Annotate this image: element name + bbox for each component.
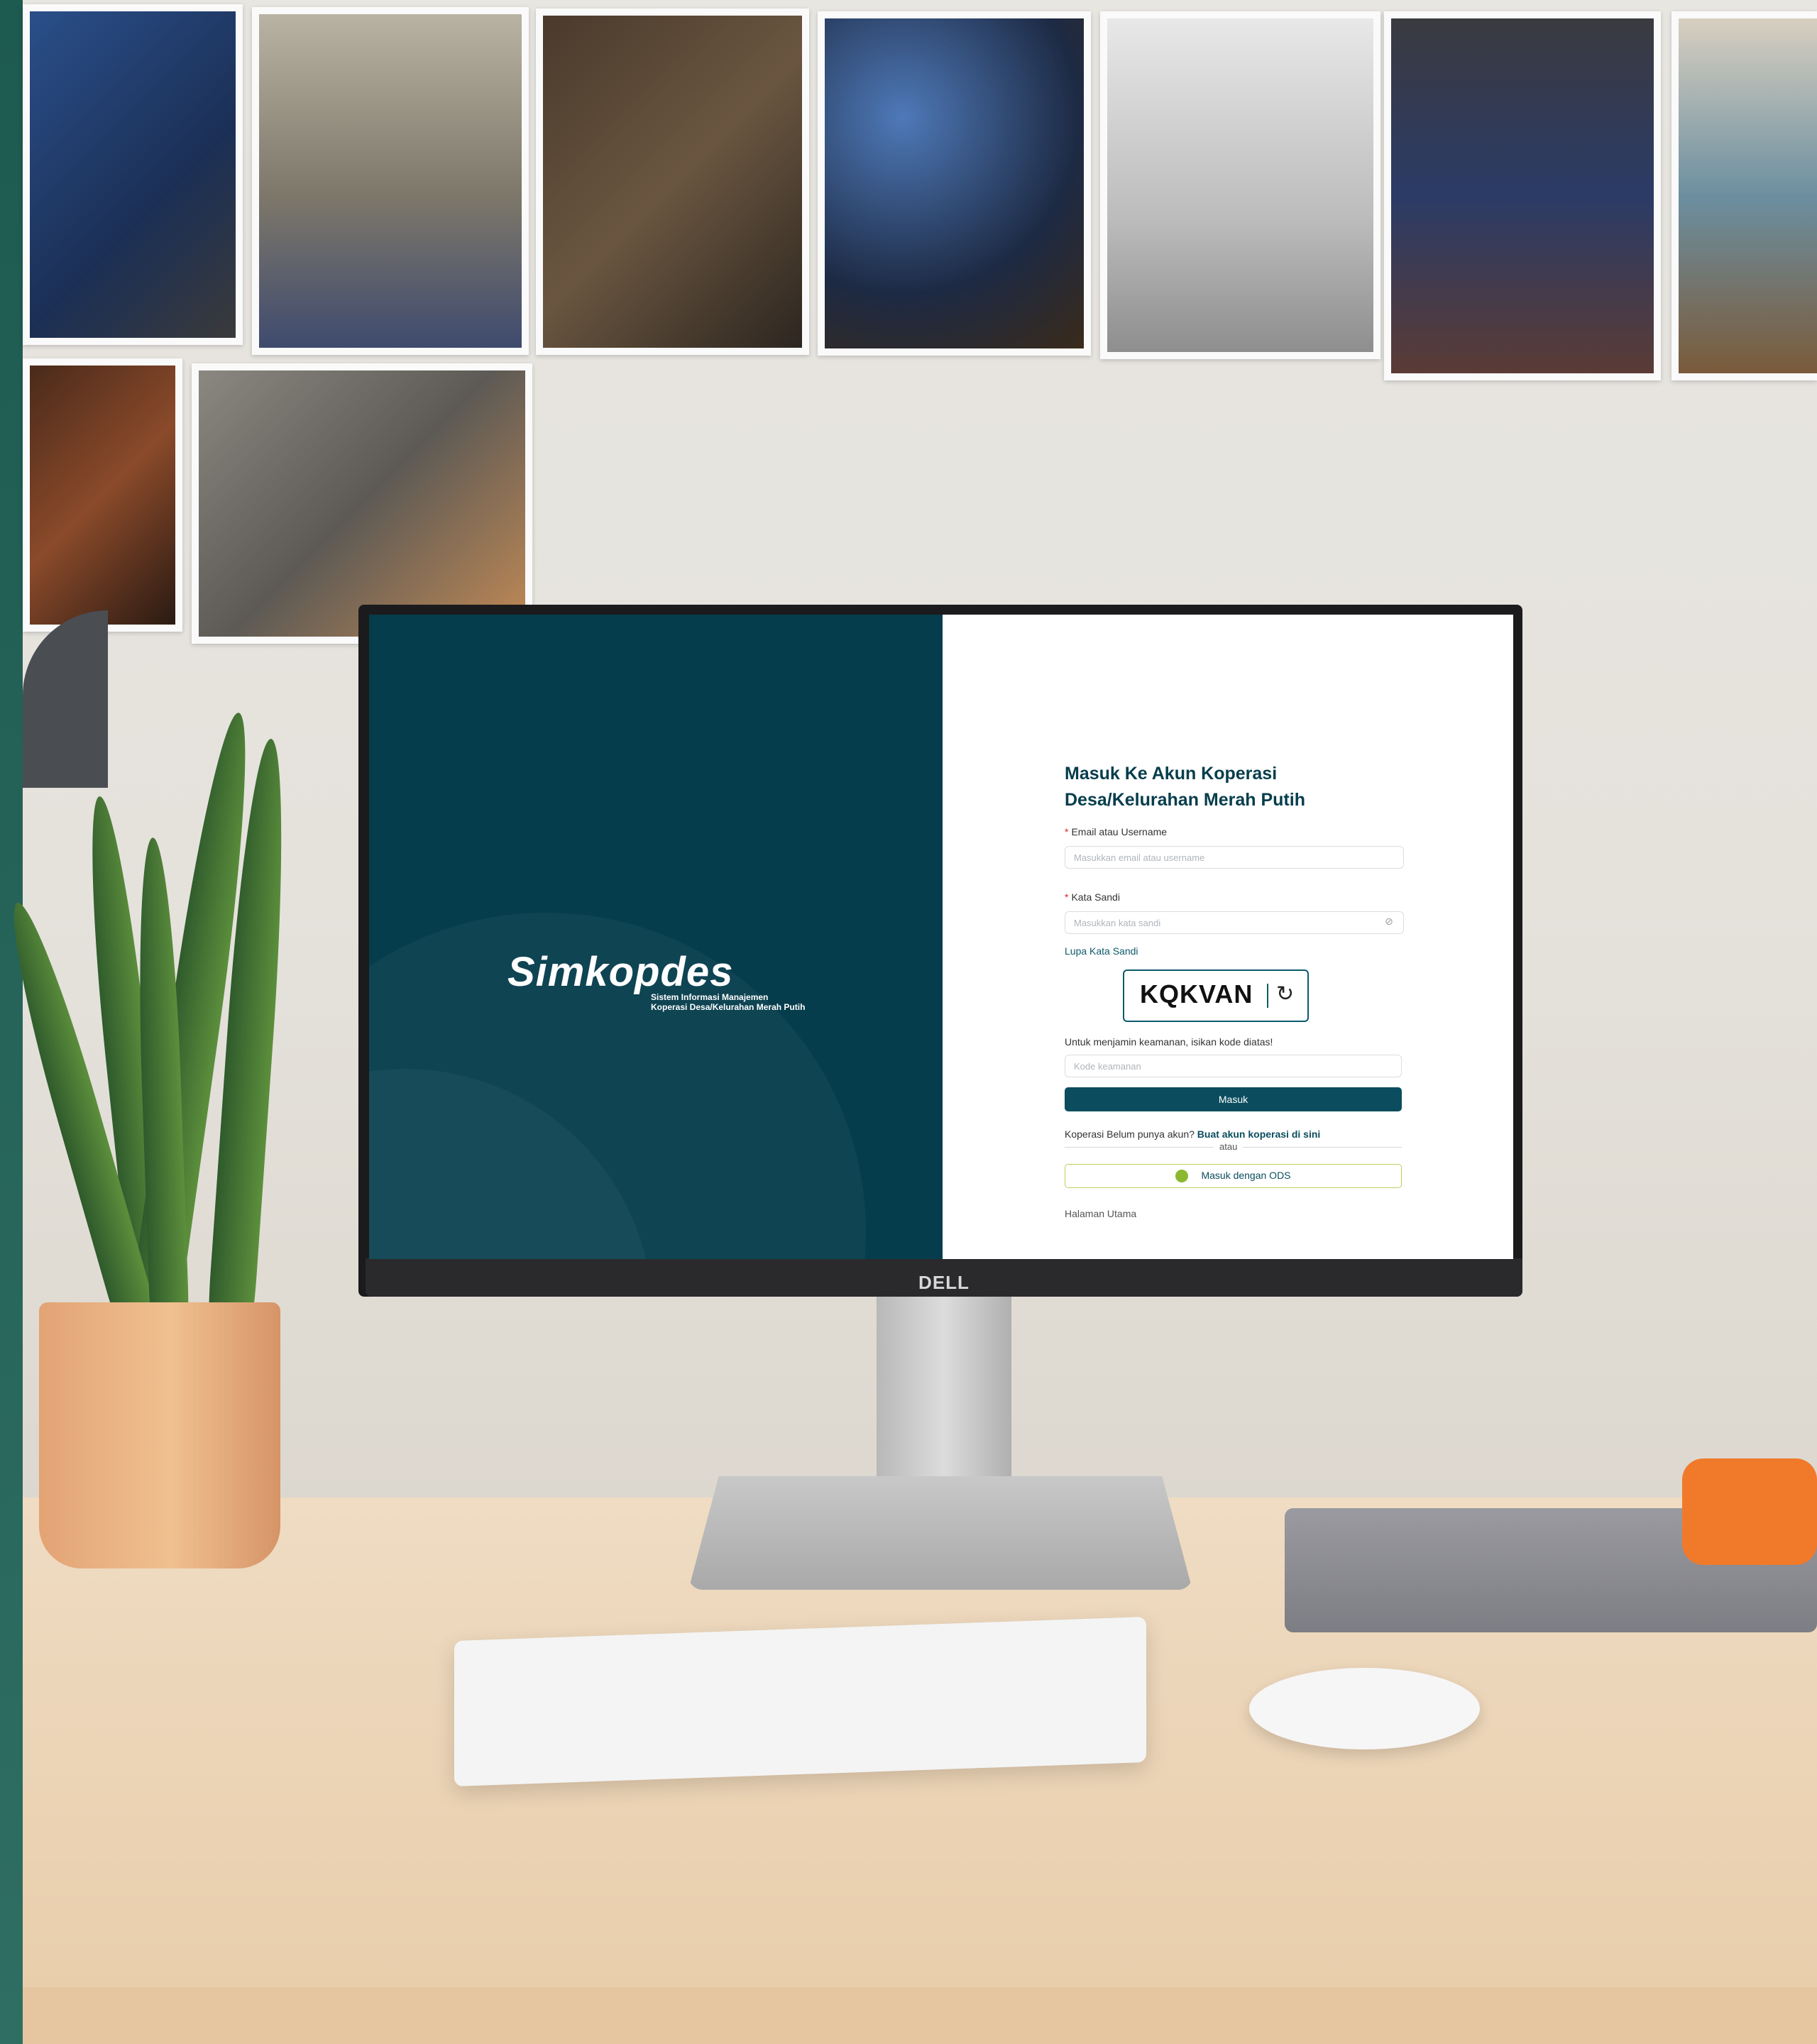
wall-photo: [536, 9, 809, 355]
brand-subtitle-line1: Sistem Informasi Manajemen: [651, 992, 769, 1002]
password-label-text: Kata Sandi: [1071, 891, 1120, 903]
plant-pot: [39, 1302, 280, 1568]
required-marker: *: [1065, 826, 1069, 837]
brand-panel: Simkopdes Sistem Informasi Manajemen Kop…: [369, 615, 943, 1259]
captcha-code: KQKVAN: [1140, 979, 1253, 1009]
password-input[interactable]: [1065, 911, 1404, 934]
screen: Simkopdes Sistem Informasi Manajemen Kop…: [369, 615, 1513, 1259]
refresh-icon[interactable]: ↻: [1276, 982, 1294, 1006]
keyboard: [454, 1616, 1146, 1787]
required-marker: *: [1065, 891, 1069, 903]
wall-photo: [23, 4, 243, 345]
email-label-text: Email atau Username: [1071, 826, 1168, 837]
captcha-divider: [1267, 984, 1268, 1008]
brand-subtitle-line2: Koperasi Desa/Kelurahan Merah Putih: [651, 1002, 806, 1012]
wall-photo: [818, 11, 1091, 356]
login-button[interactable]: Masuk: [1065, 1087, 1402, 1111]
email-input[interactable]: [1065, 846, 1404, 869]
login-title-line2: Desa/Kelurahan Merah Putih: [1065, 790, 1305, 810]
desk-edge: [23, 1987, 1817, 2044]
side-strip: [0, 0, 23, 2044]
forgot-password-link[interactable]: Lupa Kata Sandi: [1065, 945, 1138, 957]
home-link[interactable]: Halaman Utama: [1065, 1208, 1136, 1219]
security-hint: Untuk menjamin keamanan, isikan kode dia…: [1065, 1036, 1273, 1048]
brand-logo: Simkopdes: [507, 949, 734, 995]
register-link[interactable]: Buat akun koperasi di sini: [1197, 1128, 1321, 1140]
security-code-input[interactable]: [1065, 1055, 1402, 1077]
eye-off-icon[interactable]: ⊘: [1383, 916, 1395, 928]
wall-photo: [192, 363, 532, 644]
ods-login-label: Masuk dengan ODS: [1201, 1169, 1291, 1181]
wall-photo: [252, 7, 529, 355]
or-separator: atau: [1214, 1141, 1244, 1152]
dell-logo: DELL: [918, 1272, 970, 1293]
mouse: [1249, 1668, 1480, 1749]
ods-login-button[interactable]: Masuk dengan ODS: [1065, 1164, 1402, 1188]
register-prompt: Koperasi Belum punya akun? Buat akun kop…: [1065, 1128, 1320, 1140]
wall-photo: [1671, 11, 1817, 380]
register-prompt-text: Koperasi Belum punya akun?: [1065, 1128, 1195, 1140]
email-label: * Email atau Username: [1065, 826, 1167, 837]
external-drive: [1682, 1458, 1817, 1565]
wall-photo: [23, 358, 182, 632]
ods-logo-icon: [1175, 1170, 1189, 1183]
password-label: * Kata Sandi: [1065, 891, 1120, 903]
wall-photo: [1384, 11, 1661, 380]
wall-photo: [1100, 11, 1380, 359]
monitor-stand-base: [688, 1476, 1192, 1590]
login-title-line1: Masuk Ke Akun Koperasi: [1065, 764, 1278, 784]
